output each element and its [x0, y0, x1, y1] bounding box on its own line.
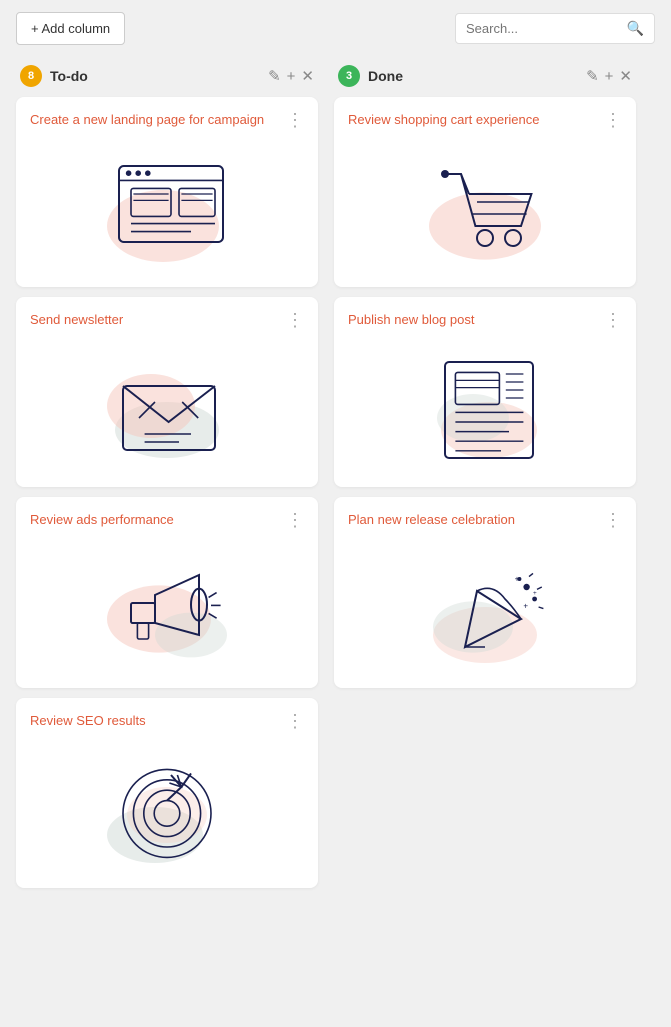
card-image-card-3	[16, 530, 318, 688]
card-header-card-2: Send newsletter ⋮	[16, 297, 318, 329]
add-column-label: + Add column	[31, 21, 110, 36]
card-card-2[interactable]: Send newsletter ⋮	[16, 297, 318, 487]
card-title-card-3: Review ads performance	[30, 511, 284, 529]
card-menu-card-1[interactable]: ⋮	[284, 111, 306, 129]
edit-icon-done[interactable]: ✎	[586, 69, 599, 84]
card-card-6[interactable]: Publish new blog post ⋮	[334, 297, 636, 487]
search-icon: 🔍	[627, 20, 644, 37]
card-title-card-7: Plan new release celebration	[348, 511, 602, 529]
card-title-card-1: Create a new landing page for campaign	[30, 111, 284, 129]
card-image-card-1	[16, 129, 318, 287]
close-icon-done[interactable]: ✕	[619, 69, 632, 84]
card-menu-card-5[interactable]: ⋮	[602, 111, 624, 129]
column-title-todo: To-do	[50, 68, 260, 84]
add-card-icon-done[interactable]: +	[605, 69, 614, 84]
card-title-card-2: Send newsletter	[30, 311, 284, 329]
card-image-card-2	[16, 329, 318, 487]
svg-text:+: +	[523, 601, 528, 610]
card-image-card-6	[334, 329, 636, 487]
card-card-3[interactable]: Review ads performance ⋮	[16, 497, 318, 687]
card-title-card-5: Review shopping cart experience	[348, 111, 602, 129]
card-menu-card-3[interactable]: ⋮	[284, 511, 306, 529]
card-image-card-4	[16, 730, 318, 888]
column-actions-done: ✎ + ✕	[586, 69, 632, 84]
card-title-card-4: Review SEO results	[30, 712, 284, 730]
card-menu-card-7[interactable]: ⋮	[602, 511, 624, 529]
column-badge-done: 3	[338, 65, 360, 87]
card-header-card-5: Review shopping cart experience ⋮	[334, 97, 636, 129]
card-header-card-1: Create a new landing page for campaign ⋮	[16, 97, 318, 129]
card-card-5[interactable]: Review shopping cart experience ⋮	[334, 97, 636, 287]
column-todo: 8 To-do ✎ + ✕ Create a new landing page …	[8, 57, 326, 898]
column-header-todo: 8 To-do ✎ + ✕	[16, 57, 318, 97]
card-menu-card-2[interactable]: ⋮	[284, 311, 306, 329]
card-header-card-4: Review SEO results ⋮	[16, 698, 318, 730]
column-inner-todo: Create a new landing page for campaign ⋮	[16, 97, 318, 888]
column-badge-todo: 8	[20, 65, 42, 87]
topbar: + Add column 🔍	[0, 0, 671, 57]
column-title-done: Done	[368, 68, 578, 84]
card-menu-card-4[interactable]: ⋮	[284, 712, 306, 730]
card-card-7[interactable]: Plan new release celebration ⋮ + + +	[334, 497, 636, 687]
card-image-card-5	[334, 129, 636, 287]
card-menu-card-6[interactable]: ⋮	[602, 311, 624, 329]
search-input[interactable]	[466, 21, 621, 36]
card-card-1[interactable]: Create a new landing page for campaign ⋮	[16, 97, 318, 287]
card-image-card-7: + + +	[334, 530, 636, 688]
add-column-button[interactable]: + Add column	[16, 12, 125, 45]
card-header-card-6: Publish new blog post ⋮	[334, 297, 636, 329]
svg-text:+: +	[533, 590, 537, 597]
column-inner-done: Review shopping cart experience ⋮ Publis…	[334, 97, 636, 688]
card-title-card-6: Publish new blog post	[348, 311, 602, 329]
column-actions-todo: ✎ + ✕	[268, 69, 314, 84]
board: 8 To-do ✎ + ✕ Create a new landing page …	[0, 57, 671, 914]
edit-icon-todo[interactable]: ✎	[268, 69, 281, 84]
svg-text:+: +	[515, 574, 520, 583]
card-header-card-7: Plan new release celebration ⋮	[334, 497, 636, 529]
search-bar: 🔍	[455, 13, 655, 44]
column-header-done: 3 Done ✎ + ✕	[334, 57, 636, 97]
close-icon-todo[interactable]: ✕	[301, 69, 314, 84]
add-card-icon-todo[interactable]: +	[287, 69, 296, 84]
column-done: 3 Done ✎ + ✕ Review shopping cart experi…	[326, 57, 644, 898]
card-header-card-3: Review ads performance ⋮	[16, 497, 318, 529]
card-card-4[interactable]: Review SEO results ⋮	[16, 698, 318, 888]
